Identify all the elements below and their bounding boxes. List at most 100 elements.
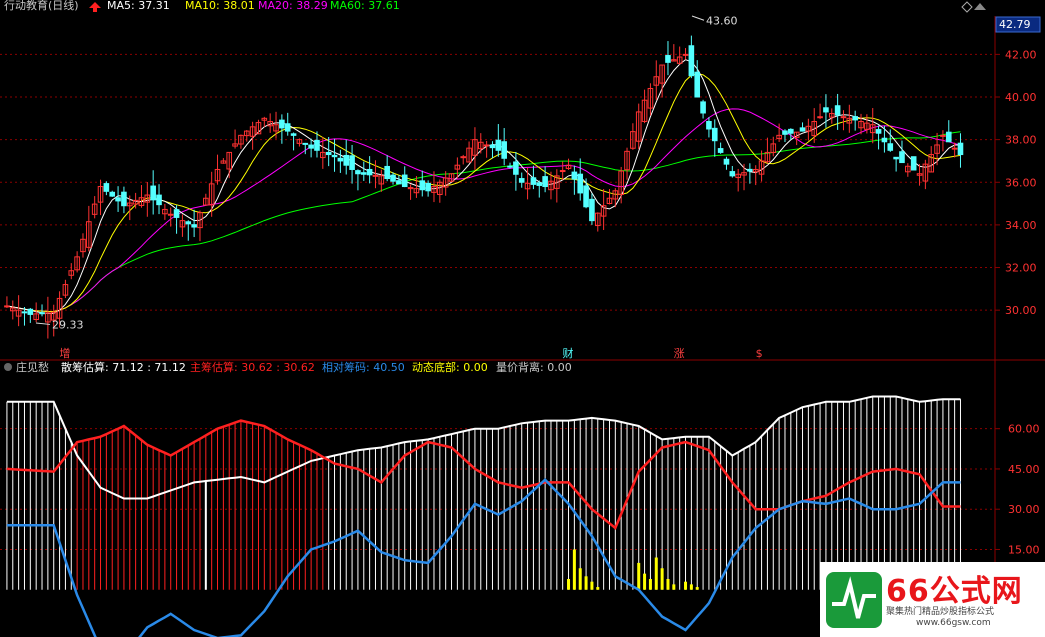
candle-body <box>396 180 402 185</box>
candle-body <box>694 71 701 98</box>
current-price: 42.79 <box>999 18 1031 31</box>
candle-body <box>173 209 180 218</box>
candle-body <box>536 182 543 186</box>
dynamic-bottom-bar <box>672 584 676 590</box>
candle-body <box>577 173 584 194</box>
candle-body <box>518 178 525 183</box>
dynamic-bottom-bar <box>637 562 641 590</box>
candle-body <box>191 224 197 228</box>
dynamic-bottom-bar <box>654 557 658 590</box>
candle-body <box>542 176 548 188</box>
main-chip-line <box>6 419 961 531</box>
dynamic-bottom-bar <box>689 584 693 590</box>
candle-body <box>530 177 537 185</box>
candle-body <box>355 170 361 175</box>
candle-body <box>700 101 706 114</box>
candle-body <box>156 194 162 206</box>
candle-body <box>583 185 589 208</box>
min-price-label: 29.33 <box>52 318 84 331</box>
watermark-logo: 66公式网 聚集热门精品炒股指标公式 www.66gsw.com <box>820 562 1045 637</box>
logo-subtitle: 聚集热门精品炒股指标公式 <box>886 607 995 617</box>
candle-body <box>682 53 689 56</box>
indicator-tick-label: 30.00 <box>1008 503 1040 516</box>
event-markers: 增 财 涨 $ <box>59 346 762 360</box>
main-legend: 主筹估算: 30.62 : 30.62 <box>190 360 315 374</box>
candle-body <box>460 156 467 159</box>
max-price-label: 43.60 <box>706 14 738 27</box>
ma10-legend: MA10: 38.01 <box>185 0 255 12</box>
ma5-legend: MA5: 37.31 <box>107 0 170 12</box>
candle-body <box>665 55 671 63</box>
candle-body <box>951 147 958 150</box>
event-marker: 增 <box>59 346 70 360</box>
dynamic-bottom-bar <box>596 587 600 590</box>
candle-body <box>495 139 502 151</box>
indicator-lines <box>6 395 961 637</box>
candle-body <box>571 171 578 180</box>
dynamic-bottom-bar <box>684 581 688 590</box>
candle-body <box>39 312 45 315</box>
indicator-tick-label: 15.00 <box>1008 543 1040 556</box>
candle-body <box>513 161 519 175</box>
candle-body <box>167 213 174 216</box>
candle-body <box>711 127 718 142</box>
retail-chip-line <box>6 395 961 500</box>
indicator-menu-icon[interactable] <box>4 363 12 371</box>
dynamic-bottom-bar <box>578 568 582 590</box>
candle-body <box>589 198 595 222</box>
candle-body <box>483 144 490 147</box>
ma60-legend: MA60: 37.61 <box>330 0 400 12</box>
indicator-tick-label: 45.00 <box>1008 463 1040 476</box>
candle-body <box>27 308 34 315</box>
candle-body <box>121 191 127 207</box>
candlesticks: 43.60 29.33 <box>4 14 964 339</box>
stock-chart: 43.60 29.33 30.00 32.00 34.00 36.00 38.00 40.0… <box>0 0 1045 637</box>
ma60-line-path <box>6 131 961 313</box>
candle-body <box>840 116 847 119</box>
ma10-line <box>6 73 961 313</box>
candle-body <box>489 144 496 149</box>
dynamic-bottom-bar <box>695 587 699 590</box>
diamond-icon[interactable] <box>961 1 973 13</box>
candle-body <box>899 151 905 164</box>
indicator-bars <box>6 396 961 590</box>
logo-icon <box>826 572 882 628</box>
candle-body <box>823 107 829 113</box>
ma20-legend: MA20: 38.29 <box>258 0 328 12</box>
candle-body <box>150 185 156 201</box>
candle-body <box>325 151 332 156</box>
price-tick-label: 36.00 <box>1005 176 1037 189</box>
ma10-line-path <box>6 73 961 313</box>
logo-url: www.66gsw.com <box>916 618 991 628</box>
stock-title: 行动教育(日线) <box>4 0 79 12</box>
candle-body <box>945 131 952 143</box>
candle-body <box>4 305 10 308</box>
candle-body <box>729 171 736 177</box>
ma5-line-path <box>6 59 961 314</box>
candle-body <box>782 130 788 135</box>
candle-body <box>419 180 426 191</box>
event-marker: 财 <box>563 346 574 360</box>
candle-body <box>390 174 396 182</box>
candle-body <box>331 154 338 158</box>
candle-body <box>103 183 110 192</box>
candle-body <box>343 154 350 166</box>
event-marker: 涨 <box>674 347 685 360</box>
indicator-axis: 15.00 30.00 45.00 60.00 <box>995 423 1040 556</box>
dynamic-bottom-bar <box>567 579 571 590</box>
candle-body <box>425 182 431 192</box>
price-tick-label: 42.00 <box>1005 48 1037 61</box>
candle-body <box>688 45 695 77</box>
indicator-title: 庄见愁 <box>16 360 49 374</box>
ma60-line <box>6 131 961 313</box>
candle-body <box>366 168 373 176</box>
candle-body <box>799 127 806 132</box>
candle-body <box>817 116 823 119</box>
triangle-up-icon[interactable] <box>974 3 986 10</box>
price-tick-label: 32.00 <box>1005 262 1037 275</box>
dynamic-bottom-bar <box>648 579 652 590</box>
indicator-tick-label: 60.00 <box>1008 423 1040 436</box>
candle-body <box>717 148 724 153</box>
max-price-pointer <box>691 15 705 21</box>
candle-body <box>349 155 355 170</box>
